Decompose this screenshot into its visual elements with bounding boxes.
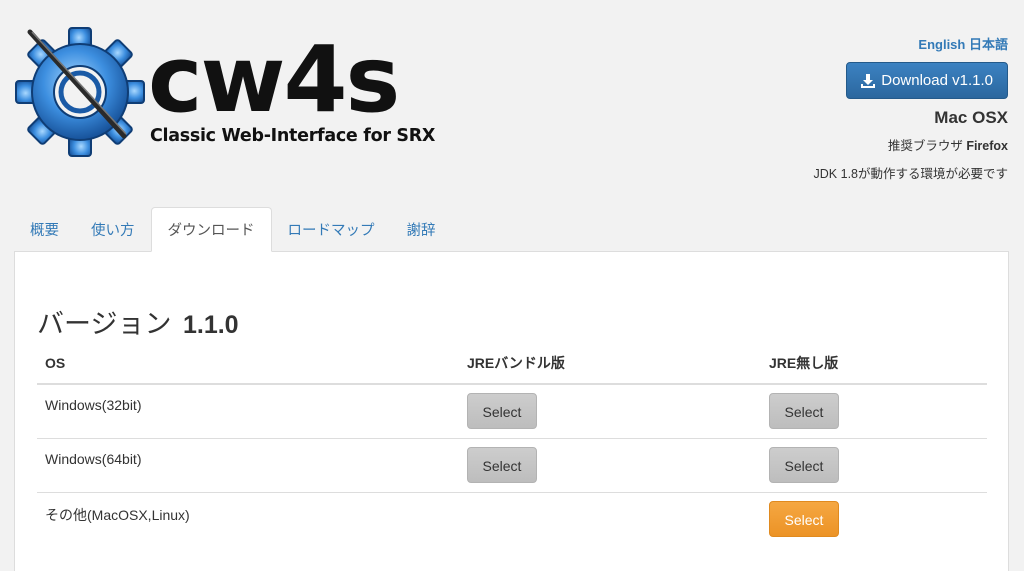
download-button[interactable]: Download v1.1.0 (846, 62, 1008, 99)
select-win64-bundled-button[interactable]: Select (467, 446, 537, 483)
table-header-row: OS JREバンドル版 JRE無し版 (37, 342, 987, 385)
column-header-nojre: JRE無し版 (761, 342, 987, 385)
language-switcher: English 日本語 (688, 34, 1008, 53)
tab-download[interactable]: ダウンロード (150, 207, 272, 252)
os-cell: Windows(64bit) (37, 437, 459, 492)
table-row: Windows(64bit) Select Select (37, 437, 987, 492)
detected-os: Mac OSX (934, 108, 1008, 127)
tab-usage[interactable]: 使い方 (75, 207, 151, 252)
nojre-cell: Select (761, 384, 987, 438)
column-header-os: OS (37, 342, 459, 385)
download-table: OS JREバンドル版 JRE無し版 Windows(32bit) Select… (37, 342, 987, 546)
table-row: Windows(32bit) Select Select (37, 384, 987, 438)
lang-english-link[interactable]: English (918, 37, 965, 52)
download-icon (861, 73, 876, 88)
header-info: English 日本語 Download v1.1.0 Mac OSX 推奨ブラ… (688, 34, 1008, 182)
bundled-cell (459, 491, 761, 546)
nav-tabs: 概要 使い方 ダウンロード ロードマップ 謝辞 (14, 207, 452, 252)
tab-acknowledgements[interactable]: 謝辞 (391, 207, 452, 252)
logo-wordmark: cw4s (148, 26, 398, 133)
recommended-browser: 推奨ブラウザ Firefox (688, 135, 1008, 154)
lang-japanese-link[interactable]: 日本語 (969, 37, 1008, 52)
tab-overview[interactable]: 概要 (14, 207, 75, 252)
select-win32-bundled-button[interactable]: Select (467, 393, 537, 429)
recommended-browser-prefix: 推奨ブラウザ (887, 139, 967, 153)
recommended-browser-name: Firefox (966, 139, 1008, 153)
logo-caption: Classic Web-Interface for SRX (150, 126, 436, 146)
download-panel: バージョン 1.1.0 OS JREバンドル版 JRE無し版 Windows(3… (14, 251, 1009, 571)
select-other-nojre-button[interactable]: Select (769, 500, 839, 537)
nojre-cell: Select (761, 491, 987, 546)
page-title: バージョン 1.1.0 (37, 302, 239, 341)
nojre-cell: Select (761, 437, 987, 492)
select-win32-nojre-button[interactable]: Select (769, 393, 839, 429)
bundled-cell: Select (459, 437, 761, 492)
page-title-version: 1.1.0 (182, 311, 239, 339)
download-button-label: Download v1.1.0 (881, 72, 993, 89)
logo: cw4s Classic Web-Interface for SRX (14, 26, 435, 161)
jdk-requirement: JDK 1.8が動作する環境が必要です (813, 167, 1008, 181)
column-header-bundled: JREバンドル版 (459, 342, 761, 385)
page-title-prefix: バージョン (37, 309, 172, 339)
tab-roadmap[interactable]: ロードマップ (272, 207, 391, 252)
table-row: その他(MacOSX,Linux) Select (37, 491, 987, 546)
bundled-cell: Select (459, 384, 761, 438)
os-cell: Windows(32bit) (45, 397, 142, 413)
select-win64-nojre-button[interactable]: Select (769, 446, 839, 483)
os-cell: その他(MacOSX,Linux) (37, 491, 459, 546)
